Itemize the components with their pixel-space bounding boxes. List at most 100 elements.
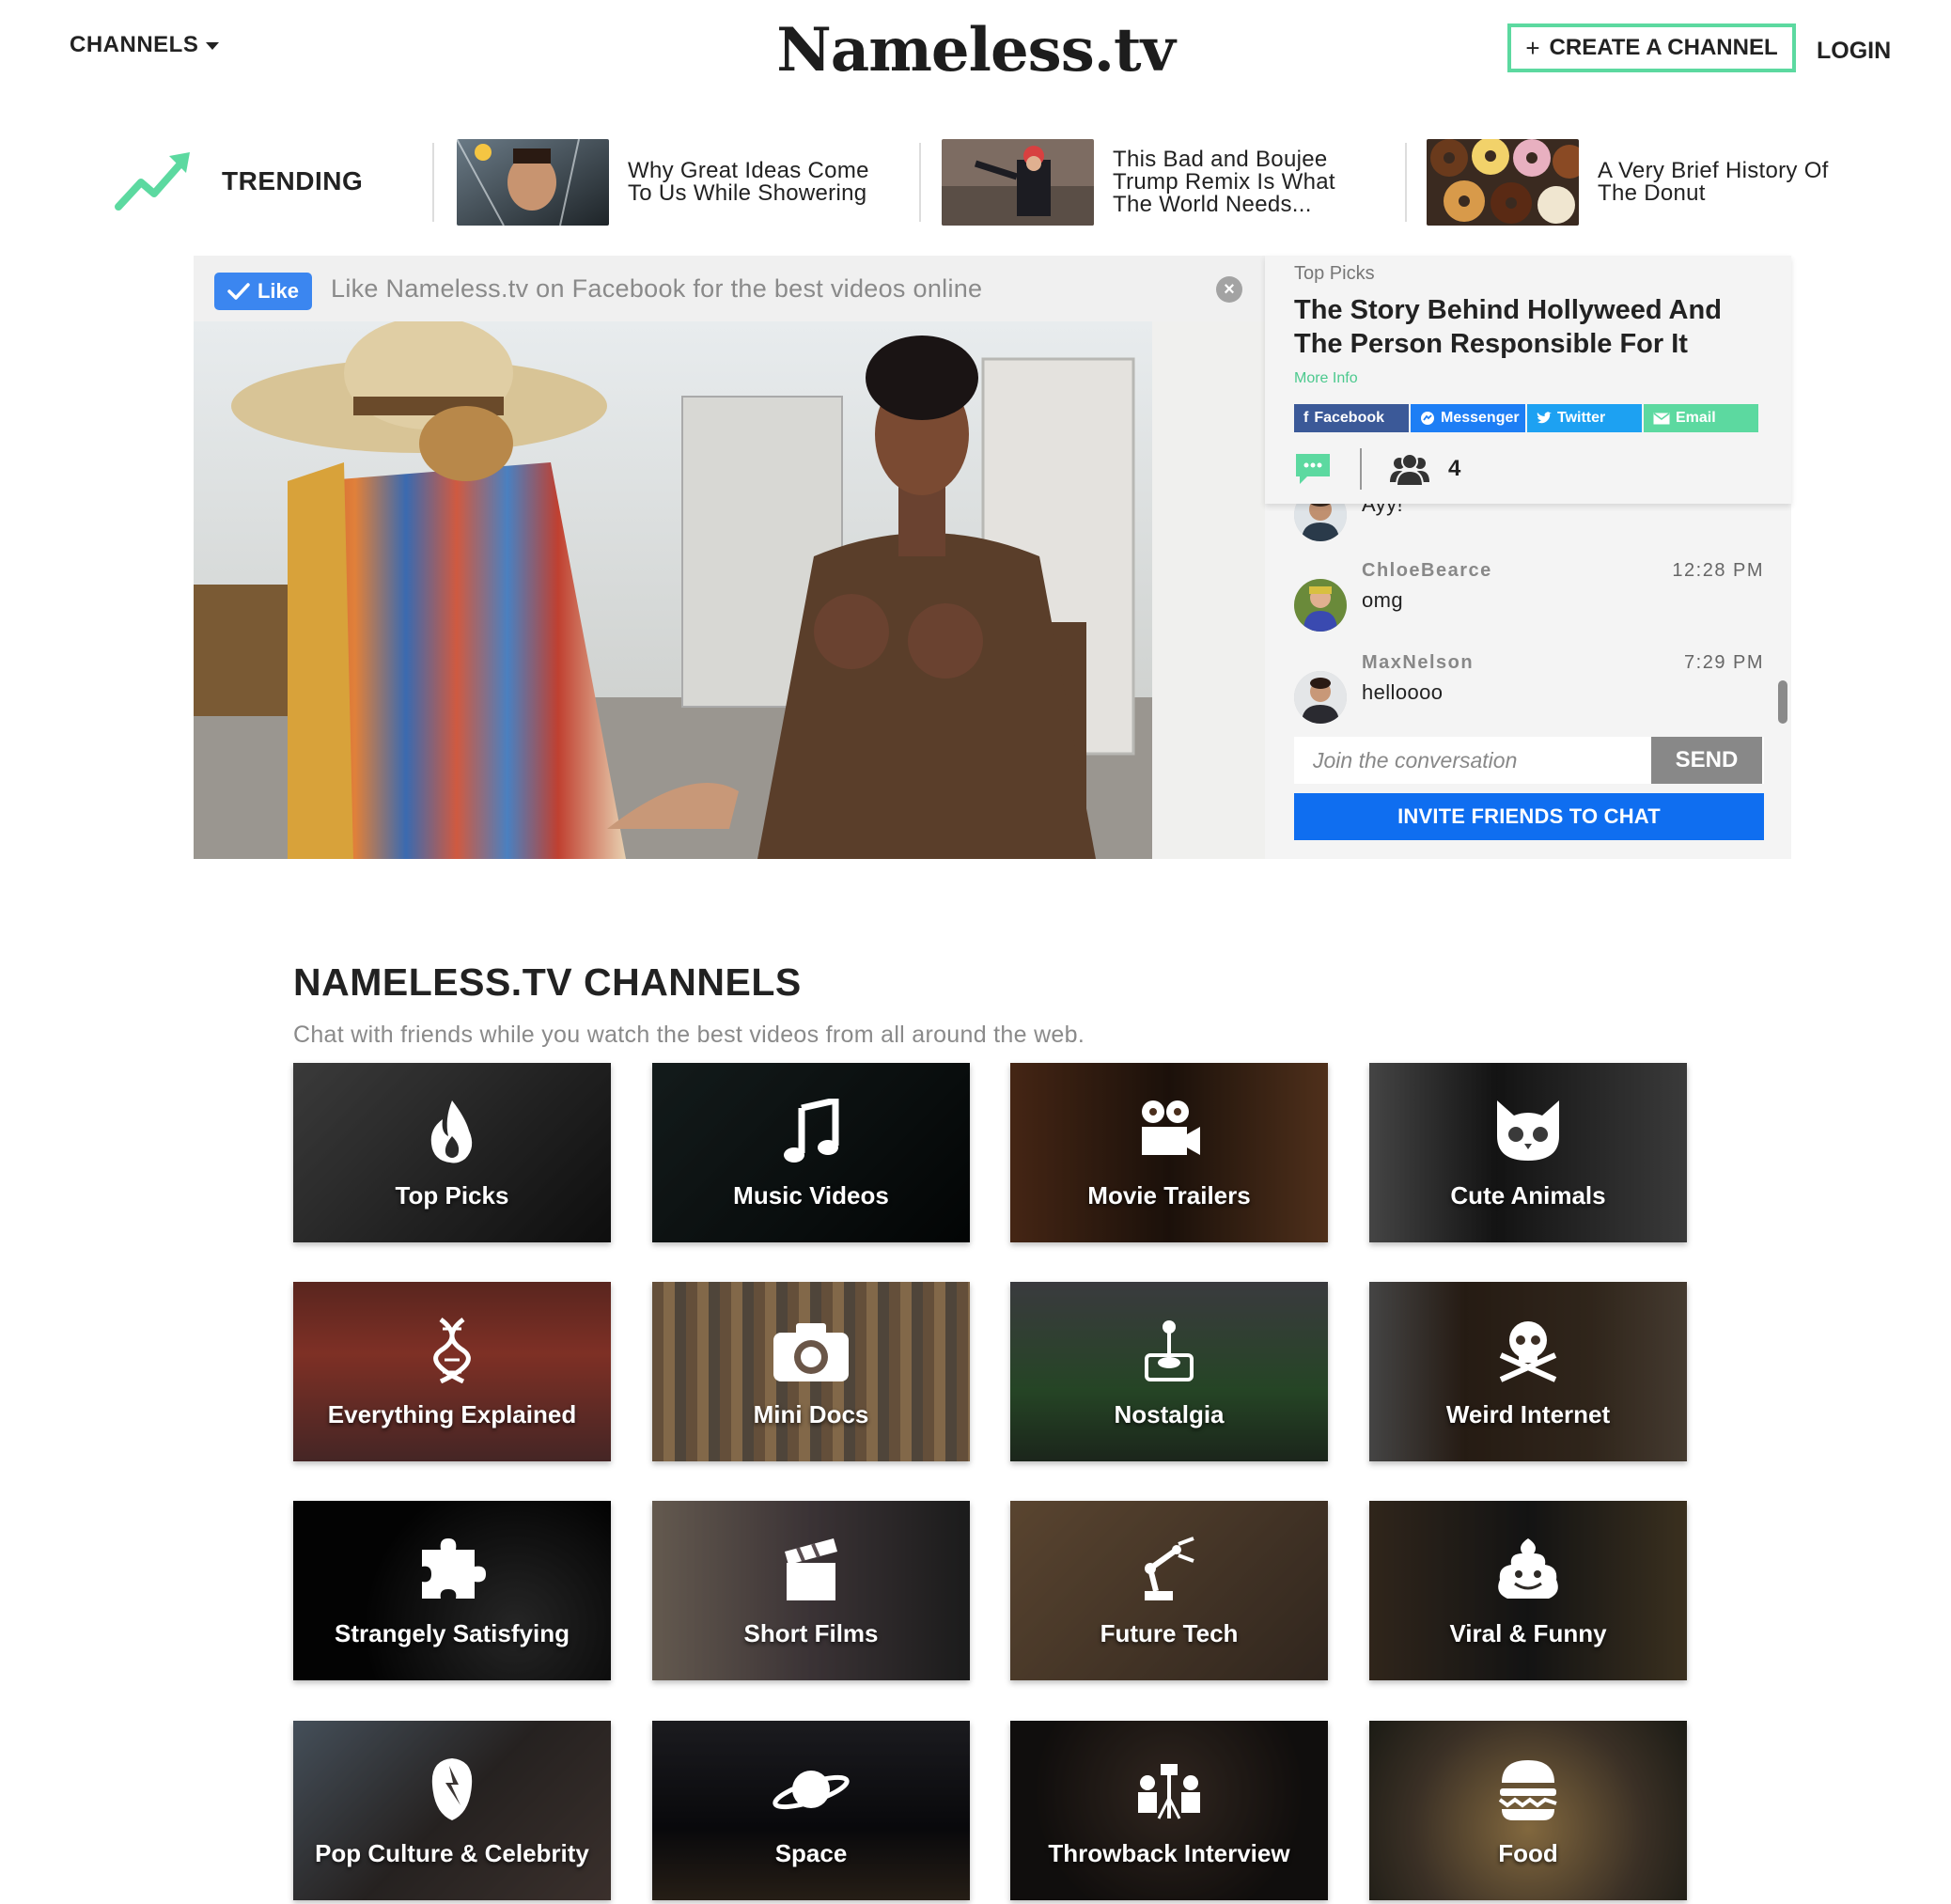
- message-text: helloooo: [1362, 680, 1444, 704]
- facebook-like-text: Like Nameless.tv on Facebook for the bes…: [331, 274, 983, 303]
- channel-tile-strangely-satisfying[interactable]: Strangely Satisfying: [293, 1501, 611, 1680]
- chevron-down-icon: [206, 42, 220, 50]
- facebook-like-bar: Like Like Nameless.tv on Facebook for th…: [194, 256, 1265, 321]
- share-facebook-label: Facebook: [1314, 410, 1385, 426]
- share-email-button[interactable]: Email: [1644, 404, 1758, 432]
- envelope-icon: [1653, 412, 1670, 424]
- trending-title: A Very Brief History Of The Donut: [1598, 158, 1829, 206]
- message-timestamp: 12:28 PM: [1672, 560, 1764, 581]
- puzzle-icon: [293, 1537, 611, 1602]
- clapperboard-icon: [652, 1537, 970, 1602]
- channel-tile-throwback-interview[interactable]: Throwback Interview: [1010, 1721, 1328, 1900]
- messenger-icon: [1421, 412, 1434, 425]
- create-channel-label: CREATE A CHANNEL: [1549, 35, 1778, 60]
- bowie-face-icon: [293, 1756, 611, 1822]
- channel-tile-viral-funny[interactable]: Viral & Funny: [1369, 1501, 1687, 1680]
- tile-label: Cute Animals: [1450, 1181, 1606, 1210]
- create-channel-button[interactable]: + CREATE A CHANNEL: [1507, 23, 1796, 72]
- planet-icon: [652, 1756, 970, 1822]
- tile-label: Space: [774, 1839, 848, 1867]
- channel-tile-mini-docs[interactable]: Mini Docs: [652, 1282, 970, 1461]
- trending-item[interactable]: Why Great Ideas Come To Us While Showeri…: [457, 139, 891, 226]
- channel-tile-future-tech[interactable]: Future Tech: [1010, 1501, 1328, 1680]
- chat-bubble-icon[interactable]: [1294, 452, 1332, 486]
- poop-icon: [1369, 1537, 1687, 1602]
- video-player[interactable]: [194, 321, 1265, 859]
- channel-tile-weird-internet[interactable]: Weird Internet: [1369, 1282, 1687, 1461]
- message-username: MaxNelson: [1362, 652, 1475, 673]
- tile-label: Mini Docs: [753, 1400, 869, 1428]
- channel-tile-short-films[interactable]: Short Films: [652, 1501, 970, 1680]
- chat-input[interactable]: [1294, 737, 1651, 784]
- tile-label: Weird Internet: [1445, 1400, 1611, 1428]
- channel-tile-everything-explained[interactable]: Everything Explained: [293, 1282, 611, 1461]
- login-link[interactable]: LOGIN: [1817, 38, 1891, 65]
- invite-friends-button[interactable]: INVITE FRIENDS TO CHAT: [1294, 793, 1764, 840]
- plus-icon: +: [1525, 33, 1540, 62]
- viewer-count: 4: [1448, 456, 1461, 481]
- share-twitter-label: Twitter: [1557, 410, 1606, 426]
- channel-tile-top-picks[interactable]: Top Picks: [293, 1063, 611, 1242]
- video-sidebar: Top Picks The Story Behind Hollyweed And…: [1265, 256, 1791, 859]
- trending-thumbnail: [457, 139, 609, 226]
- share-messenger-button[interactable]: Messenger: [1411, 404, 1525, 432]
- video-title: The Story Behind Hollyweed And The Perso…: [1294, 295, 1722, 359]
- share-messenger-label: Messenger: [1441, 410, 1520, 426]
- chat-stats: 4: [1294, 447, 1460, 491]
- cat-face-icon: [1369, 1099, 1687, 1164]
- channel-tile-food[interactable]: Food: [1369, 1721, 1687, 1900]
- chat-message: MaxNelson 7:29 PM helloooo: [1294, 652, 1764, 727]
- channel-tile-nostalgia[interactable]: Nostalgia: [1010, 1282, 1328, 1461]
- trending-item[interactable]: A Very Brief History Of The Donut: [1427, 139, 1861, 226]
- tile-label: Everything Explained: [327, 1400, 577, 1428]
- share-facebook-button[interactable]: f Facebook: [1294, 404, 1409, 432]
- message-timestamp: 7:29 PM: [1684, 652, 1764, 673]
- dna-icon: [293, 1318, 611, 1383]
- channels-label: CHANNELS: [70, 32, 199, 57]
- trending-divider: [432, 143, 434, 222]
- channel-tile-music-videos[interactable]: Music Videos: [652, 1063, 970, 1242]
- tile-label: Top Picks: [395, 1181, 509, 1210]
- more-info-link[interactable]: More Info: [1294, 370, 1358, 387]
- tile-label: Food: [1498, 1839, 1558, 1867]
- channels-heading: NAMELESS.TV CHANNELS: [293, 960, 802, 1004]
- trending-divider: [1405, 143, 1407, 222]
- avatar: [1294, 671, 1347, 724]
- send-button[interactable]: SEND: [1651, 737, 1762, 784]
- channel-tile-movie-trailers[interactable]: Movie Trailers: [1010, 1063, 1328, 1242]
- tile-label: Music Videos: [733, 1181, 889, 1210]
- twitter-bird-icon: [1537, 412, 1552, 424]
- tile-label: Strangely Satisfying: [335, 1619, 570, 1647]
- channel-eyebrow: Top Picks: [1294, 263, 1375, 284]
- robot-arm-icon: [1010, 1537, 1328, 1602]
- channel-tile-cute-animals[interactable]: Cute Animals: [1369, 1063, 1687, 1242]
- trending-item[interactable]: This Bad and Boujee Trump Remix Is What …: [942, 139, 1376, 226]
- facebook-like-button[interactable]: Like: [214, 273, 312, 310]
- like-label: Like: [257, 279, 300, 303]
- interview-icon: [1010, 1756, 1328, 1822]
- joystick-icon: [1010, 1318, 1328, 1383]
- trending-thumbnail: [1427, 139, 1579, 226]
- tile-label: Future Tech: [1100, 1619, 1239, 1647]
- share-twitter-button[interactable]: Twitter: [1527, 404, 1642, 432]
- trending-title: This Bad and Boujee Trump Remix Is What …: [1113, 147, 1335, 217]
- video-info-panel: Top Picks The Story Behind Hollyweed And…: [1265, 256, 1791, 504]
- facebook-icon: f: [1303, 410, 1309, 426]
- channels-subtitle: Chat with friends while you watch the be…: [293, 1022, 1085, 1048]
- channel-tile-space[interactable]: Space: [652, 1721, 970, 1900]
- share-email-label: Email: [1676, 410, 1716, 426]
- trending-bar: TRENDING Why Great Ideas Come To Us Whil…: [0, 132, 1951, 235]
- site-header: CHANNELS Nameless.tv + CREATE A CHANNEL …: [0, 0, 1951, 103]
- tile-label: Viral & Funny: [1449, 1619, 1607, 1647]
- chat-scrollbar[interactable]: [1778, 680, 1787, 724]
- trending-divider: [919, 143, 921, 222]
- close-icon[interactable]: ×: [1216, 276, 1242, 303]
- movie-camera-icon: [1010, 1099, 1328, 1164]
- trending-label: TRENDING: [222, 166, 364, 195]
- tile-label: Throwback Interview: [1048, 1839, 1290, 1867]
- burger-icon: [1369, 1756, 1687, 1822]
- trending-title: Why Great Ideas Come To Us While Showeri…: [628, 158, 869, 206]
- channel-tile-pop-culture[interactable]: Pop Culture & Celebrity: [293, 1721, 611, 1900]
- channels-dropdown[interactable]: CHANNELS: [70, 32, 220, 58]
- message-text: omg: [1362, 588, 1403, 612]
